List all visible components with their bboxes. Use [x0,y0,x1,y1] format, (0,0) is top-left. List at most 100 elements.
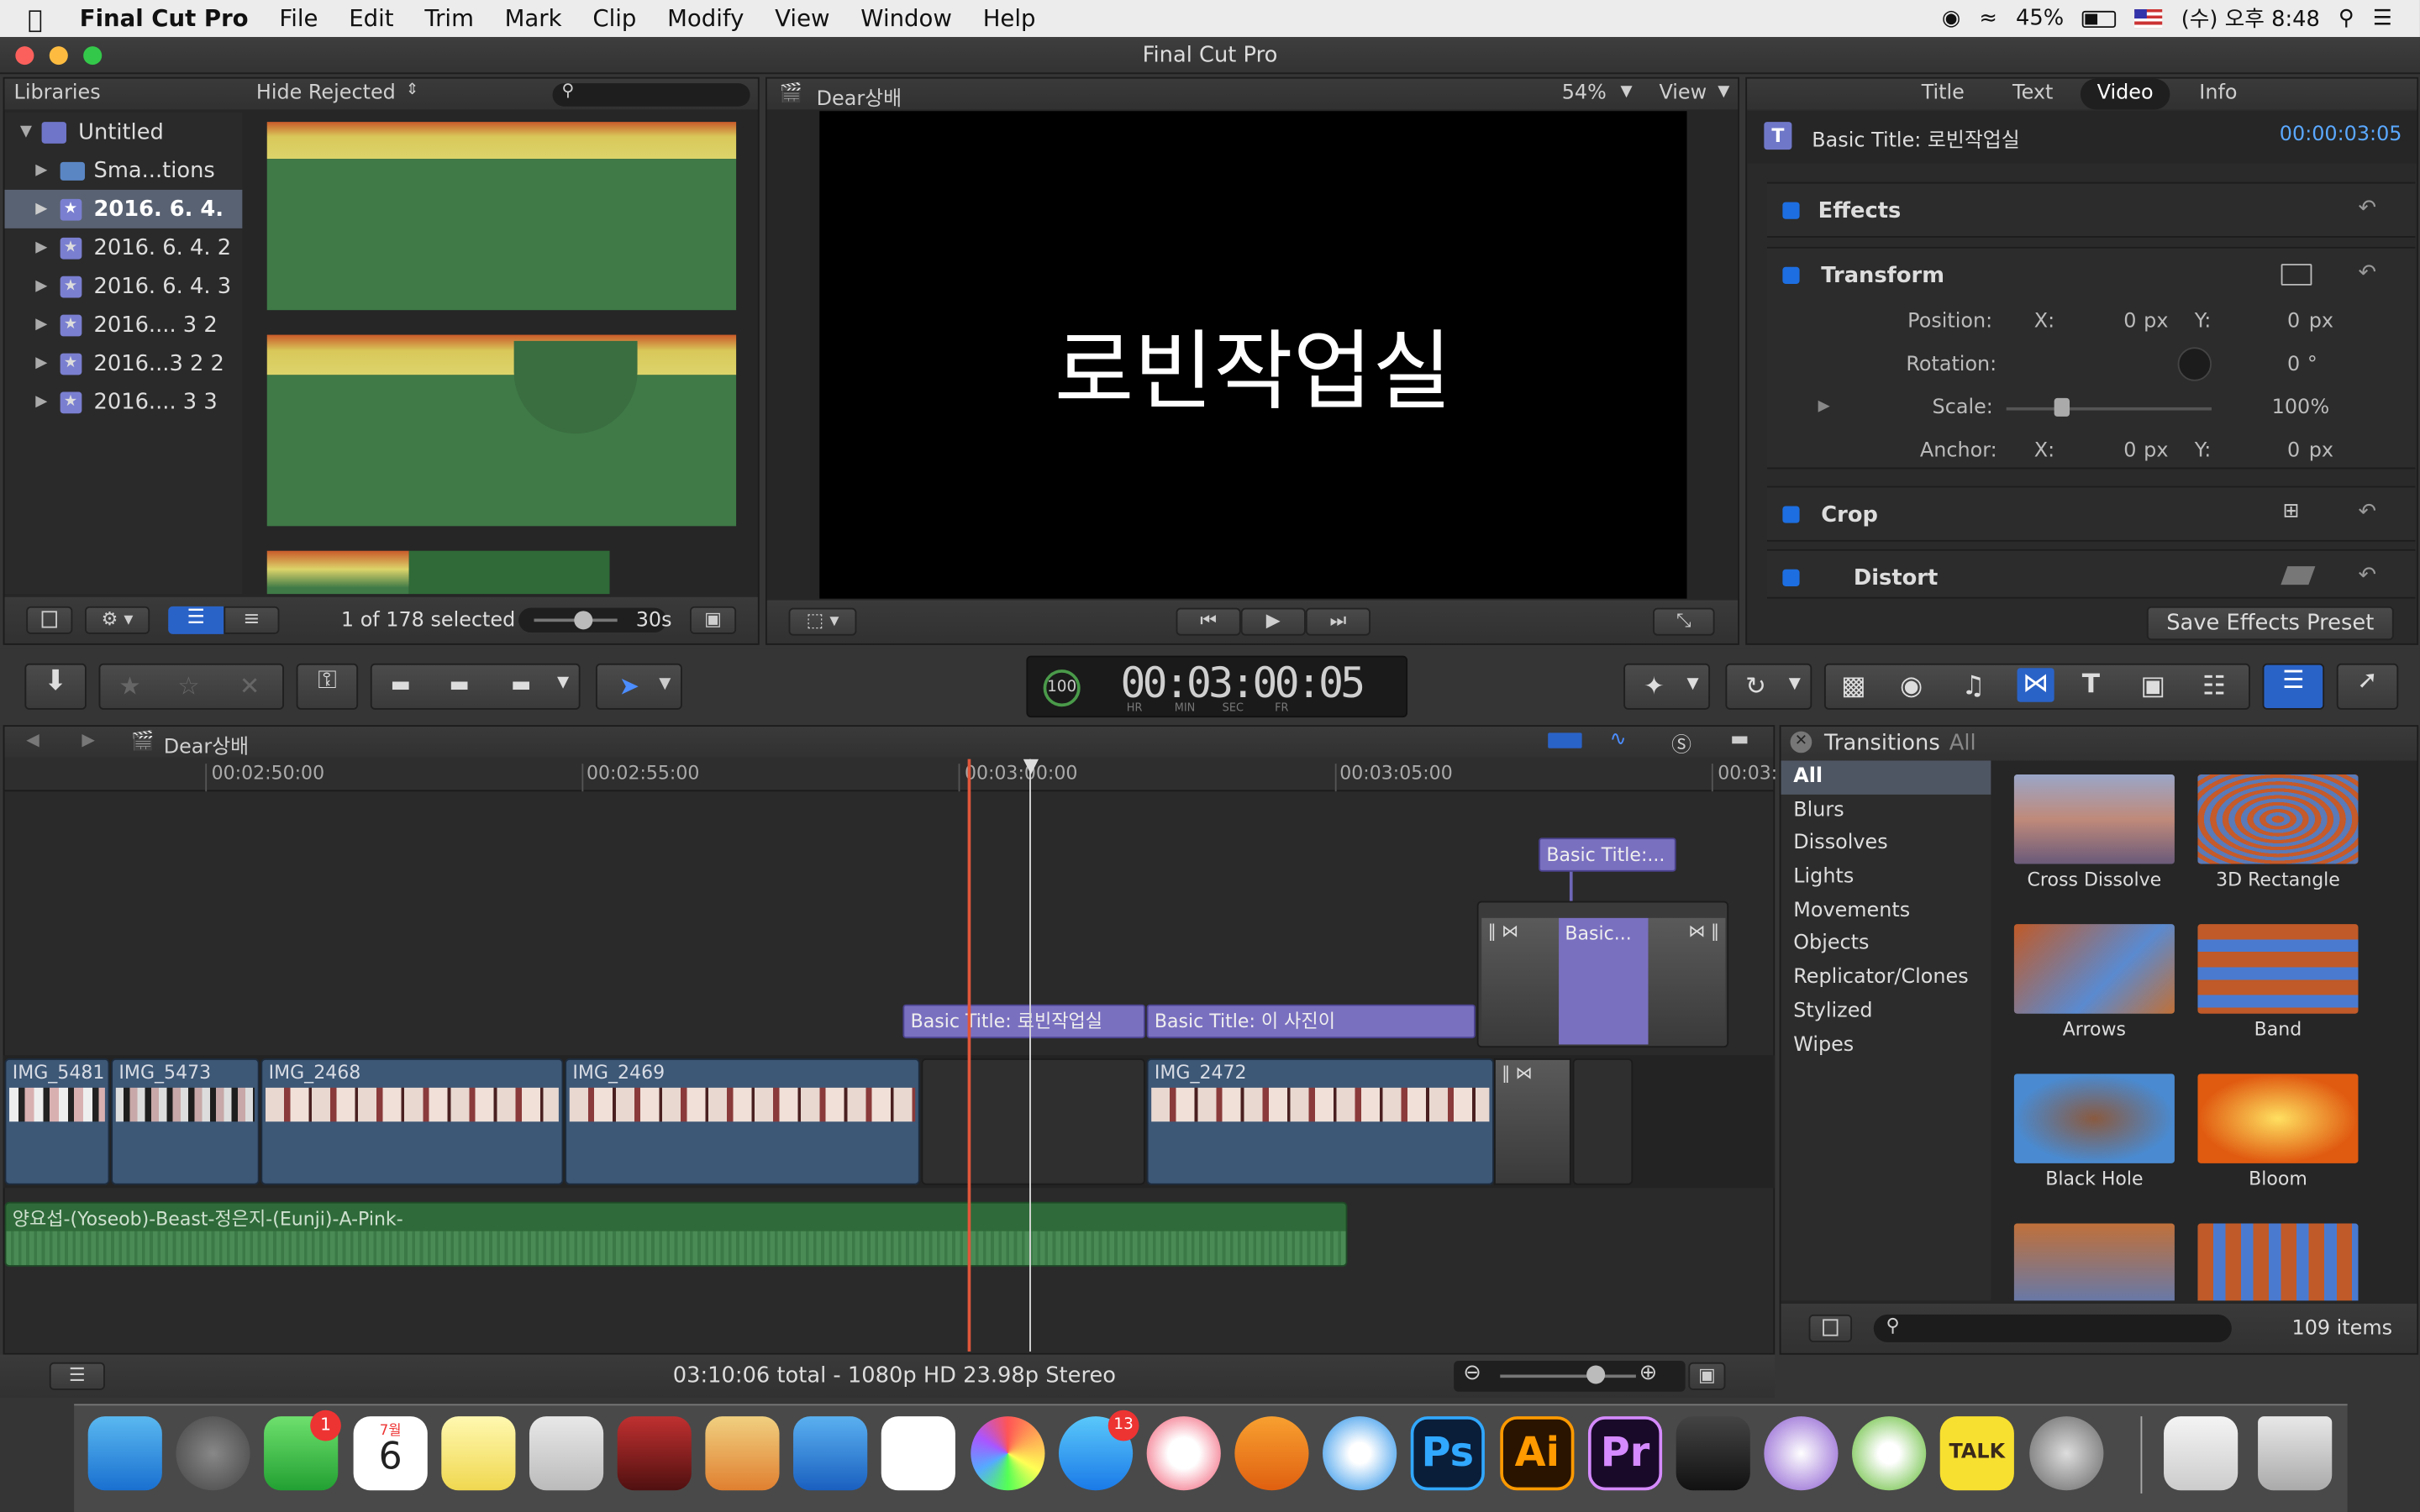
close-icon[interactable]: ✕ [1790,731,1812,753]
append-clip-icon[interactable]: ▬ [511,673,531,697]
crop-enable-checkbox[interactable] [1782,506,1800,523]
library-event[interactable]: ▶ ★ 2016...3 2 2 [5,344,243,383]
slider-knob[interactable] [1586,1365,1606,1384]
transition-thumb[interactable]: Black Hole [2013,1074,2175,1189]
fullscreen-button[interactable]: ⤡ [1653,607,1715,636]
tab-title[interactable]: Title [1922,81,1965,105]
utorrent-icon[interactable] [1852,1416,1927,1491]
hide-rejected-dropdown[interactable]: Hide Rejected [256,81,396,105]
position-y-value[interactable]: 0 [2287,310,2300,333]
viewer-canvas[interactable]: 로빈작업실 [819,111,1687,599]
secondary-storyline[interactable]: ‖ ⋈ Basic... ⋈ ‖ [1476,900,1729,1048]
wifi-icon[interactable]: ≈ [1979,6,1997,30]
rotation-dial[interactable] [2177,347,2212,381]
audio-skimming-icon[interactable]: ∿ [1610,728,1627,752]
transitions-search-input[interactable]: ⚲ [1873,1314,2232,1342]
transition-thumb[interactable]: Arrows [2013,924,2175,1040]
unrate-star-icon[interactable]: ☆ [177,671,199,701]
titles-browser-icon[interactable]: T [2082,669,2100,701]
facetime-icon[interactable]: 1 [264,1410,341,1491]
final-cut-pro-icon[interactable] [1676,1416,1750,1491]
motion-icon[interactable] [1764,1416,1839,1491]
scale-disclosure-icon[interactable]: ▶ [1818,398,1830,415]
photo-booth-icon[interactable] [617,1416,692,1491]
photos-icon[interactable] [971,1416,1045,1491]
disclosure-open-icon[interactable]: ▼ [20,123,32,140]
disclosure-closed-icon[interactable]: ▶ [35,354,47,371]
disclosure-closed-icon[interactable]: ▶ [35,393,47,410]
favorite-star-icon[interactable]: ★ [118,671,140,701]
effects-enable-checkbox[interactable] [1782,202,1800,219]
back-arrow-icon[interactable]: ◀ [26,730,39,750]
transition-thumb[interactable]: Cross Dissolve [2013,774,2175,890]
disclosure-closed-icon[interactable]: ▶ [35,201,47,218]
themes-browser-icon[interactable]: ☷ [2202,671,2226,702]
save-effects-preset-button[interactable]: Save Effects Preset [2146,606,2394,641]
category-wipes[interactable]: Wipes [1781,1028,1991,1062]
viewer-zoom-dropdown[interactable]: 54% [1562,81,1607,105]
video-clip[interactable]: IMG_5473 [111,1058,260,1185]
library-untitled[interactable]: ▼ Untitled [5,113,243,151]
anchor-x-value[interactable]: 0 [2123,439,2136,463]
rotation-value[interactable]: 0 [2287,354,2300,377]
disclosure-closed-icon[interactable]: ▶ [35,162,47,179]
reject-x-icon[interactable]: ✕ [239,671,260,701]
clip-zoom-slider[interactable]: 30s [518,607,672,633]
filmstrip-view-button[interactable]: ☰ [168,606,224,634]
notes-icon[interactable] [441,1416,516,1491]
edit-dropdown-icon[interactable]: ▼ [557,675,569,691]
timeline-index-button[interactable]: ☰ [49,1362,105,1390]
timeline-ruler[interactable]: 00:02:50:00 00:02:55:00 00:03:00:00 00:0… [4,757,1777,792]
sidebar-toggle-button[interactable] [26,606,73,634]
finder-icon[interactable] [87,1416,162,1491]
sidebar-toggle-button[interactable] [1808,1314,1853,1342]
menu-help[interactable]: Help [967,5,1051,33]
scale-value[interactable]: 100 [2272,396,2311,420]
menu-view[interactable]: View [760,5,845,33]
list-view-button[interactable]: ≡ [224,606,280,634]
viewer-view-menu[interactable]: View [1659,81,1707,105]
crop-section[interactable]: Crop ⊞ ↶ [1767,486,2416,542]
library-item-smart-collections[interactable]: ▶ Sma...tions [5,151,243,190]
video-clip[interactable]: IMG_2468 [260,1058,564,1185]
enhancements-menu[interactable]: ✦ ▼ [1623,663,1711,710]
previous-frame-button[interactable]: ⏮ [1176,607,1241,636]
tab-text[interactable]: Text [2012,81,2053,105]
video-clip[interactable]: IMG_5481 [4,1058,110,1185]
category-all[interactable]: All [1781,760,1991,795]
browser-clip[interactable] [266,334,737,527]
itunes-icon[interactable] [1146,1416,1221,1491]
audio-clip[interactable]: 양요섭-(Yoseob)-Beast-정은지-(Eunji)-A-Pink- [4,1201,1348,1267]
library-event[interactable]: ▶ ★ 2016. 6. 4. 3 [5,267,243,306]
apple-menu-icon[interactable]:  [0,4,64,34]
zoom-chevron-icon[interactable]: ▼ [1621,83,1633,100]
browser-clip[interactable] [266,550,610,595]
transitions-browser-icon[interactable]: ⋈ [2017,668,2054,702]
tool-selector[interactable]: ➤ ▼ [595,663,682,710]
transition-clip[interactable]: ⋈ ‖ [1648,917,1726,1045]
transform-overlay-menu[interactable]: ⬚ ▾ [788,607,857,636]
notification-center-icon[interactable]: ☰ [2373,6,2392,30]
retime-menu[interactable]: ↻ ▼ [1725,663,1812,710]
keynote-icon[interactable] [793,1416,868,1491]
music-browser-icon[interactable]: ♫ [1961,671,1985,702]
reset-icon[interactable]: ↶ [2358,563,2376,587]
category-blurs[interactable]: Blurs [1781,794,1991,827]
reset-icon[interactable]: ↶ [2358,260,2376,285]
numbers-icon[interactable] [881,1416,955,1491]
browser-clip[interactable] [266,122,737,311]
kakaotalk-icon[interactable]: TALK [1939,1416,2014,1491]
battery-icon[interactable] [2082,9,2117,28]
view-chevron-icon[interactable]: ▼ [1718,83,1729,100]
category-stylized[interactable]: Stylized [1781,995,1991,1028]
import-button[interactable]: ⬇ [24,663,87,710]
transition-thumb[interactable]: Band [2197,924,2359,1040]
us-flag-icon[interactable] [2134,9,2163,29]
battery-percent[interactable]: 45% [2016,6,2064,30]
system-preferences-icon[interactable] [2029,1416,2104,1491]
preview-icon[interactable] [529,1416,604,1491]
disclosure-closed-icon[interactable]: ▶ [35,239,47,256]
inspector-toggle-button[interactable]: ☰ [2262,663,2325,710]
launchpad-icon[interactable] [176,1416,250,1491]
transform-onscreen-icon[interactable] [2281,264,2312,286]
